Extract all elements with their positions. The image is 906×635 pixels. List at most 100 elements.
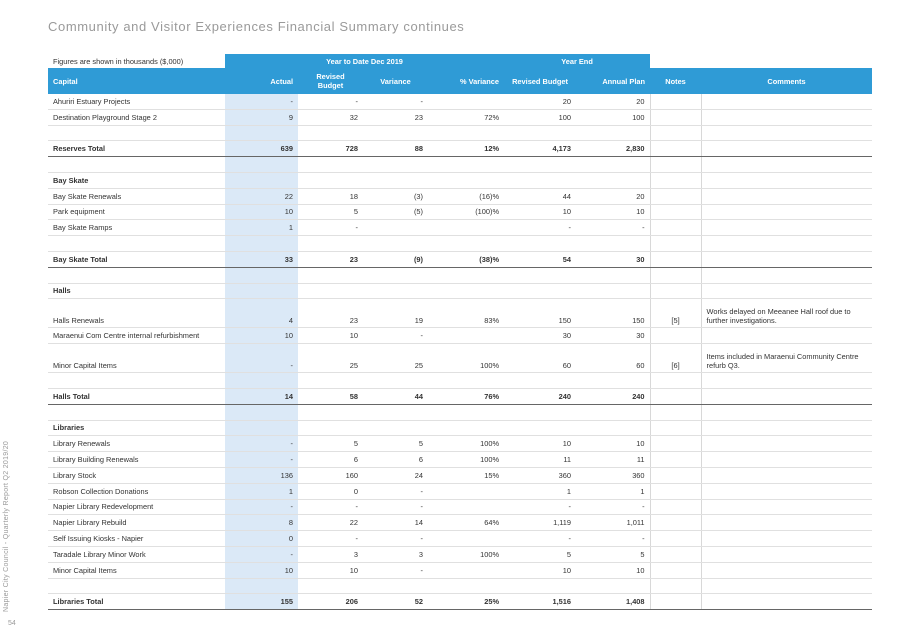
empty-cell [576,125,651,142]
row-label: Reserves Total [48,140,225,158]
variance-cell: 19 [363,298,428,329]
actual-cell: 4 [225,298,298,329]
empty-cell [298,283,363,300]
empty-cell [225,235,298,252]
empty-cell [48,372,225,389]
annual-plan-cell: 2,830 [576,140,651,158]
ye-revised-budget-cell: 10 [504,562,577,579]
pct-variance-cell: 83% [428,298,505,329]
variance-cell: - [363,562,428,579]
empty-cell [225,420,298,437]
empty-cell [428,283,505,300]
table-row: Self Issuing Kiosks - Napier 0- - - - [48,530,873,547]
row-label: Halls Renewals [48,298,225,329]
revised-budget-cell: 206 [298,593,363,611]
variance-cell: - [363,530,428,547]
comments-cell [700,188,873,205]
row-label: Maraenui Com Centre internal refurbishme… [48,327,225,345]
revised-budget-cell: 18 [298,188,363,205]
comments-cell [700,593,873,611]
empty-cell [363,404,428,421]
actual-cell: 33 [225,251,298,268]
notes-cell [649,219,702,237]
empty-cell [225,283,298,300]
empty-cell [504,125,577,142]
table-row: Bay Skate Renewals 22 18 (3) (16)% 44 20 [48,188,873,205]
col-actual: Actual [225,68,298,94]
empty-cell [649,578,702,595]
variance-cell: 25 [363,343,428,374]
empty-cell [700,578,873,595]
actual-cell: - [225,343,298,374]
variance-cell: - [363,483,428,500]
empty-cell [700,372,873,389]
empty-cell [649,156,702,173]
column-header-row: Capital Actual Revised Budget Variance %… [48,68,873,94]
empty-cell [363,372,428,389]
comments-cell [700,467,873,484]
empty-cell [298,156,363,173]
pct-variance-cell: 15% [428,467,505,484]
empty-cell [298,420,363,437]
empty-cell [48,267,225,284]
row-label: Bay Skate Renewals [48,188,225,205]
section-header-row: Libraries [48,420,873,437]
empty-cell [298,172,363,189]
section-label: Libraries [48,420,225,437]
empty-cell [298,404,363,421]
row-label: Minor Capital Items [48,562,225,579]
row-label: Ahuriri Estuary Projects [48,94,225,110]
row-label: Library Renewals [48,435,225,453]
spacer-row [48,156,873,173]
empty-cell [363,578,428,595]
comments-cell: Items included in Maraenui Community Cen… [700,343,873,374]
empty-cell [504,578,577,595]
empty-cell [576,156,651,173]
row-label: Library Building Renewals [48,451,225,468]
empty-cell [225,172,298,189]
spacer-row [48,235,873,252]
ye-revised-budget-cell: 10 [504,435,577,453]
row-label: Bay Skate Total [48,251,225,268]
annual-plan-cell: 20 [576,188,651,205]
ye-revised-budget-cell: 1,516 [504,593,577,611]
comments-cell [700,219,873,237]
empty-cell [700,235,873,252]
empty-cell [504,156,577,173]
variance-cell: 3 [363,546,428,563]
pct-variance-cell: (100)% [428,204,505,221]
pct-variance-cell [428,499,505,516]
ye-revised-budget-cell: 1 [504,483,577,500]
empty-cell [649,125,702,142]
comments-cell [700,388,873,405]
variance-cell: 44 [363,388,428,405]
annual-plan-cell: 360 [576,467,651,484]
table-body: Ahuriri Estuary Projects - - -20 20 Destinati… [48,94,873,611]
notes-cell [649,546,702,563]
revised-budget-cell: 25 [298,343,363,374]
row-label: Self Issuing Kiosks - Napier [48,530,225,547]
spacer-row [48,267,873,284]
notes-cell [649,514,702,532]
empty-cell [225,156,298,173]
annual-plan-cell: 100 [576,109,651,126]
comments-cell [700,204,873,221]
row-label: Halls Total [48,388,225,405]
empty-cell [48,235,225,252]
annual-plan-cell: 10 [576,562,651,579]
annual-plan-cell: 30 [576,327,651,345]
empty-cell [48,156,225,173]
empty-cell [504,172,577,189]
empty-cell [649,372,702,389]
ye-revised-budget-cell: - [504,499,577,516]
empty-cell [363,172,428,189]
figures-note: Figures are shown in thousands ($,000) [48,54,225,68]
table-row: Library Stock 136 160 24 15% 360 360 [48,467,873,484]
col-comments: Comments [701,68,873,94]
empty-cell [649,235,702,252]
table-row: Library Renewals -5 5 100% 10 10 [48,435,873,453]
revised-budget-cell: 32 [298,109,363,126]
total-row: Bay Skate Total 33 23 (9) (38)% 54 30 [48,251,873,268]
pct-variance-cell: 72% [428,109,505,126]
pct-variance-cell: 25% [428,593,505,611]
